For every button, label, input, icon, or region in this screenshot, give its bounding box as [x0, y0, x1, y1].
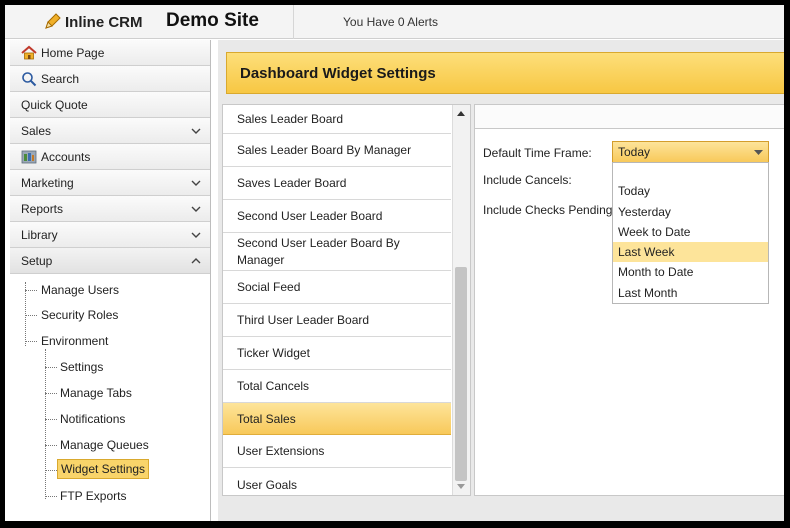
list-item[interactable]: Second User Leader Board By Manager	[223, 233, 451, 271]
chevron-up-icon	[191, 257, 201, 263]
tree-connector	[45, 419, 57, 420]
sidebar-item-home-page[interactable]: Home Page	[10, 40, 210, 66]
list-item[interactable]: Ticker Widget	[223, 337, 451, 370]
list-item-selected[interactable]: Total Sales	[223, 403, 451, 435]
list-item[interactable]: User Goals	[223, 468, 451, 495]
list-item[interactable]: Social Feed	[223, 271, 451, 304]
tree-connector	[45, 393, 57, 394]
pencil-logo-icon	[45, 13, 61, 29]
sidebar-item-label: Reports	[21, 201, 64, 216]
list-scrollbar[interactable]	[452, 105, 470, 495]
tree-connector	[45, 367, 57, 368]
tree-item-environment[interactable]: Environment	[41, 334, 108, 348]
scroll-down-arrow-icon[interactable]	[456, 481, 466, 491]
dropdown-option[interactable]: Today	[613, 181, 768, 201]
tree-item-security-roles[interactable]: Security Roles	[41, 308, 118, 322]
list-item[interactable]: Second User Leader Board	[223, 200, 451, 233]
list-item[interactable]: Sales Leader Board	[223, 105, 451, 134]
header-divider	[293, 5, 294, 39]
sidebar: Home Page Search Quick Quote Sales Accou…	[10, 40, 211, 521]
logo[interactable]: Inline CRM	[43, 12, 143, 32]
tree-item-widget-settings[interactable]: Widget Settings	[57, 459, 150, 479]
time-frame-selected-value: Today	[618, 145, 651, 159]
tree-item-notifications[interactable]: Notifications	[60, 412, 125, 426]
list-item[interactable]: Saves Leader Board	[223, 167, 451, 200]
tree-item-settings[interactable]: Settings	[60, 360, 103, 374]
sidebar-item-label: Sales	[21, 123, 52, 138]
home-icon	[21, 45, 37, 59]
tree-connector	[45, 445, 57, 446]
widget-settings-panel: Default Time Frame: Include Cancels: Inc…	[474, 104, 784, 496]
chevron-down-icon	[191, 206, 201, 212]
sidebar-item-quick-quote[interactable]: Quick Quote	[10, 92, 210, 118]
tree-item-manage-users[interactable]: Manage Users	[41, 283, 119, 297]
chevron-down-icon	[191, 232, 201, 238]
tree-connector	[45, 349, 46, 499]
dropdown-option[interactable]: Yesterday	[613, 202, 768, 222]
list-item[interactable]: Total Cancels	[223, 370, 451, 403]
accounts-icon	[21, 150, 37, 163]
sidebar-item-label: Search	[41, 71, 80, 86]
sidebar-item-reports[interactable]: Reports	[10, 196, 210, 222]
time-frame-dropdown: Today Yesterday Week to Date Last Week M…	[612, 162, 769, 304]
tree-item-manage-tabs[interactable]: Manage Tabs	[60, 386, 132, 400]
sidebar-item-setup[interactable]: Setup	[10, 248, 210, 274]
site-name: Demo Site	[166, 10, 259, 31]
sidebar-item-marketing[interactable]: Marketing	[10, 170, 210, 196]
sidebar-item-accounts[interactable]: Accounts	[10, 144, 210, 170]
sidebar-item-label: Accounts	[41, 149, 91, 164]
page-title-bar: Dashboard Widget Settings	[226, 52, 784, 94]
dropdown-option-highlighted[interactable]: Last Week	[613, 242, 768, 262]
tree-connector	[25, 341, 37, 342]
main-content: Dashboard Widget Settings Sales Leader B…	[218, 40, 784, 521]
sidebar-item-label: Home Page	[41, 45, 105, 60]
search-icon	[22, 71, 37, 86]
time-frame-select[interactable]: Today	[612, 141, 769, 163]
widget-list: Sales Leader Board Sales Leader Board By…	[222, 104, 471, 496]
alerts-link[interactable]: You Have 0 Alerts	[343, 15, 438, 29]
scroll-up-arrow-icon[interactable]	[456, 109, 466, 119]
tree-item-ftp-exports[interactable]: FTP Exports	[60, 489, 126, 503]
sidebar-item-label: Library	[21, 227, 58, 242]
tree-item-manage-queues[interactable]: Manage Queues	[60, 438, 149, 452]
top-bar: Inline CRM Demo Site You Have 0 Alerts	[5, 5, 784, 39]
default-time-frame-label: Default Time Frame:	[483, 146, 592, 160]
chevron-down-icon	[191, 128, 201, 134]
setup-tree: Manage Users Security Roles Environment …	[10, 274, 210, 503]
dropdown-option[interactable]: Last Month	[613, 283, 768, 303]
settings-panel-header	[475, 105, 784, 129]
tree-connector	[45, 496, 57, 497]
sidebar-item-search[interactable]: Search	[10, 66, 210, 92]
dropdown-option[interactable]: Week to Date	[613, 222, 768, 242]
tree-connector	[25, 282, 26, 346]
scrollbar-thumb[interactable]	[455, 267, 467, 481]
sidebar-item-label: Marketing	[21, 175, 74, 190]
dropdown-option[interactable]: Month to Date	[613, 262, 768, 282]
tree-connector	[25, 290, 37, 291]
app-window: Inline CRM Demo Site You Have 0 Alerts H…	[0, 0, 790, 528]
sidebar-item-label: Setup	[21, 253, 53, 268]
page-title: Dashboard Widget Settings	[240, 64, 436, 82]
include-checks-pending-label: Include Checks Pending:	[483, 203, 616, 217]
list-item[interactable]: User Extensions	[223, 435, 451, 468]
logo-text: Inline CRM	[65, 13, 143, 31]
dropdown-arrow-icon	[754, 150, 763, 155]
sidebar-item-library[interactable]: Library	[10, 222, 210, 248]
sidebar-item-label: Quick Quote	[21, 97, 88, 112]
sidebar-item-sales[interactable]: Sales	[10, 118, 210, 144]
include-cancels-label: Include Cancels:	[483, 173, 572, 187]
tree-connector	[25, 315, 37, 316]
list-item[interactable]: Third User Leader Board	[223, 304, 451, 337]
tree-connector	[45, 470, 57, 471]
chevron-down-icon	[191, 180, 201, 186]
list-item[interactable]: Sales Leader Board By Manager	[223, 134, 451, 167]
